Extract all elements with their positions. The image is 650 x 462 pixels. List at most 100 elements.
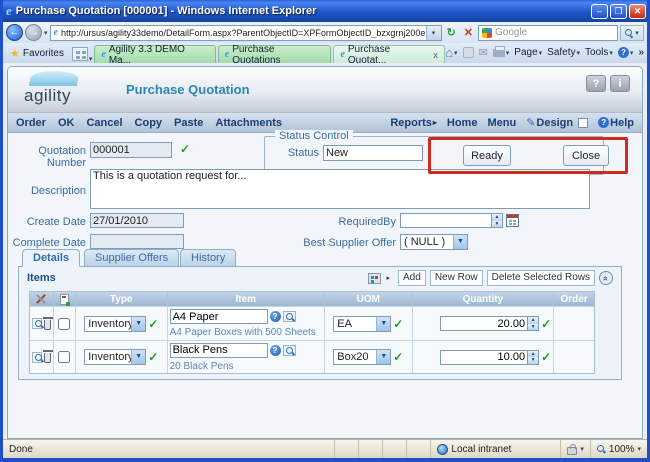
- toolbar-paste-button[interactable]: Paste: [174, 117, 203, 129]
- favorites-button[interactable]: ★ Favorites: [6, 43, 68, 63]
- row-delete-icon[interactable]: [44, 353, 51, 363]
- zoom-level[interactable]: 100%: [609, 444, 635, 455]
- favorites-label[interactable]: Favorites: [23, 48, 64, 59]
- collapse-grid-icon[interactable]: «: [599, 271, 613, 285]
- quick-tabs-icon[interactable]: [72, 47, 88, 61]
- safety-menu[interactable]: Safety▾: [547, 47, 580, 58]
- toolbar-copy-button[interactable]: Copy: [135, 117, 163, 129]
- tab-close-icon[interactable]: x: [433, 50, 438, 60]
- toolbar-home-button[interactable]: Home: [447, 117, 478, 129]
- stop-icon[interactable]: ✕: [461, 26, 476, 39]
- google-logo-icon: [482, 28, 492, 38]
- quantity-field[interactable]: [440, 316, 528, 331]
- url-text[interactable]: http://ursus/agility33demo/DetailForm.as…: [61, 28, 426, 38]
- quantity-stepper[interactable]: ▲▼: [528, 350, 539, 365]
- toolbar-reports-menu[interactable]: Reports▸: [390, 117, 437, 129]
- toolbar-cancel-button[interactable]: Cancel: [86, 117, 122, 129]
- description-field[interactable]: This is a quotation request for...: [90, 169, 590, 209]
- close-status-button[interactable]: Close: [563, 145, 609, 166]
- row-preview-icon[interactable]: [32, 318, 42, 329]
- item-help-icon[interactable]: ?: [270, 311, 281, 322]
- tab-history[interactable]: History: [180, 249, 236, 267]
- header-help-button[interactable]: ?: [586, 75, 606, 92]
- item-row-2: Inventory▼ ✓ ? 20 Black Pens: [30, 341, 594, 373]
- item-lookup-icon[interactable]: [283, 345, 296, 356]
- new-row-button[interactable]: New Row: [430, 270, 483, 286]
- tab-favicon: e: [225, 49, 229, 60]
- toolbar-design-toggle[interactable]: ✎Design: [526, 116, 588, 129]
- quantity-stepper[interactable]: ▲▼: [528, 316, 539, 331]
- maximize-button[interactable]: ❐: [610, 4, 627, 19]
- minimize-button[interactable]: –: [591, 4, 608, 19]
- rss-feed-icon[interactable]: [463, 47, 474, 58]
- quantity-field[interactable]: [440, 350, 528, 365]
- uom-select[interactable]: Box20▼: [333, 349, 391, 365]
- toolbar-order-button[interactable]: Order: [16, 117, 46, 129]
- row-select-checkbox[interactable]: [58, 351, 70, 363]
- create-date-field[interactable]: [90, 213, 184, 228]
- add-button[interactable]: Add: [398, 270, 426, 286]
- tab-list-dropdown-icon[interactable]: ▾: [89, 55, 93, 63]
- zone-label: Local intranet: [451, 444, 511, 455]
- row-select-checkbox[interactable]: [58, 318, 70, 330]
- forward-button[interactable]: →: [25, 24, 42, 41]
- item-field[interactable]: [170, 309, 268, 324]
- print-icon: [493, 49, 505, 57]
- back-button[interactable]: ←: [6, 24, 23, 41]
- home-icon: ⌂: [445, 45, 453, 60]
- ie-help-menu[interactable]: ?▾: [618, 47, 634, 58]
- address-input[interactable]: e http://ursus/agility33demo/DetailForm.…: [50, 25, 442, 41]
- address-dropdown-icon[interactable]: ▾: [426, 26, 441, 40]
- toolbar-overflow-icon[interactable]: »: [638, 47, 644, 58]
- protected-mode-button[interactable]: ▾: [560, 440, 590, 458]
- home-button[interactable]: ⌂▾: [445, 45, 457, 60]
- required-by-spinner[interactable]: ▲▼: [492, 213, 503, 228]
- design-checkbox[interactable]: [578, 118, 588, 128]
- type-select[interactable]: Inventory▼: [84, 316, 146, 332]
- type-select[interactable]: Inventory▼: [84, 349, 146, 365]
- toolbar-help-button[interactable]: ?Help: [598, 117, 634, 129]
- ie-logo-icon: e: [6, 3, 12, 19]
- toolbar-ok-button[interactable]: OK: [58, 117, 75, 129]
- quotation-number-field[interactable]: [90, 142, 172, 158]
- best-supplier-offer-select[interactable]: ( NULL ) ▼: [400, 234, 468, 250]
- mail-icon[interactable]: ✉: [479, 46, 488, 59]
- tab-details[interactable]: Details: [22, 249, 80, 267]
- required-by-field[interactable]: [400, 213, 492, 228]
- export-arrow-icon[interactable]: ▸: [387, 274, 391, 282]
- status-cell: [406, 440, 430, 458]
- search-options-icon[interactable]: ▾: [635, 29, 639, 37]
- calendar-icon[interactable]: [506, 214, 519, 227]
- search-placeholder[interactable]: Google: [495, 27, 614, 38]
- type-valid-icon: ✓: [148, 350, 158, 364]
- browser-tab-2[interactable]: e Purchase Quotations: [218, 45, 332, 63]
- search-button[interactable]: ▾: [620, 25, 644, 41]
- ready-button[interactable]: Ready: [463, 145, 511, 166]
- refresh-icon[interactable]: ↻: [444, 26, 459, 39]
- header-info-button[interactable]: i: [610, 75, 630, 92]
- close-button[interactable]: ✕: [629, 4, 646, 19]
- item-field[interactable]: [170, 343, 268, 358]
- tab-supplier-offers[interactable]: Supplier Offers: [84, 249, 179, 267]
- toolbar-attachments-button[interactable]: Attachments: [215, 117, 282, 129]
- tools-menu[interactable]: Tools▾: [585, 47, 613, 58]
- history-dropdown-icon[interactable]: ▾: [44, 29, 48, 37]
- complete-date-field[interactable]: [90, 234, 184, 249]
- quotation-number-label: Quotation Number: [8, 145, 86, 169]
- item-help-icon[interactable]: ?: [270, 345, 281, 356]
- page-menu[interactable]: Page▾: [514, 47, 542, 58]
- row-delete-icon[interactable]: [44, 320, 51, 330]
- toolbar-menu-button[interactable]: Menu: [487, 117, 516, 129]
- print-button[interactable]: ▾: [493, 49, 510, 57]
- status-field[interactable]: [323, 145, 423, 161]
- row-preview-icon[interactable]: [32, 352, 42, 363]
- app-panel: agility Purchase Quotation ? i Order OK …: [7, 66, 643, 439]
- uom-select[interactable]: EA▼: [333, 316, 391, 332]
- search-input[interactable]: Google: [478, 25, 618, 41]
- browser-tab-1[interactable]: e Agility 3.3 DEMO Ma...: [94, 45, 215, 63]
- zoom-control[interactable]: 100% ▾: [590, 440, 647, 458]
- export-icon[interactable]: [368, 273, 381, 284]
- item-lookup-icon[interactable]: [283, 311, 296, 322]
- delete-selected-rows-button[interactable]: Delete Selected Rows: [487, 270, 595, 286]
- browser-tab-active[interactable]: e Purchase Quotat... x: [333, 45, 445, 63]
